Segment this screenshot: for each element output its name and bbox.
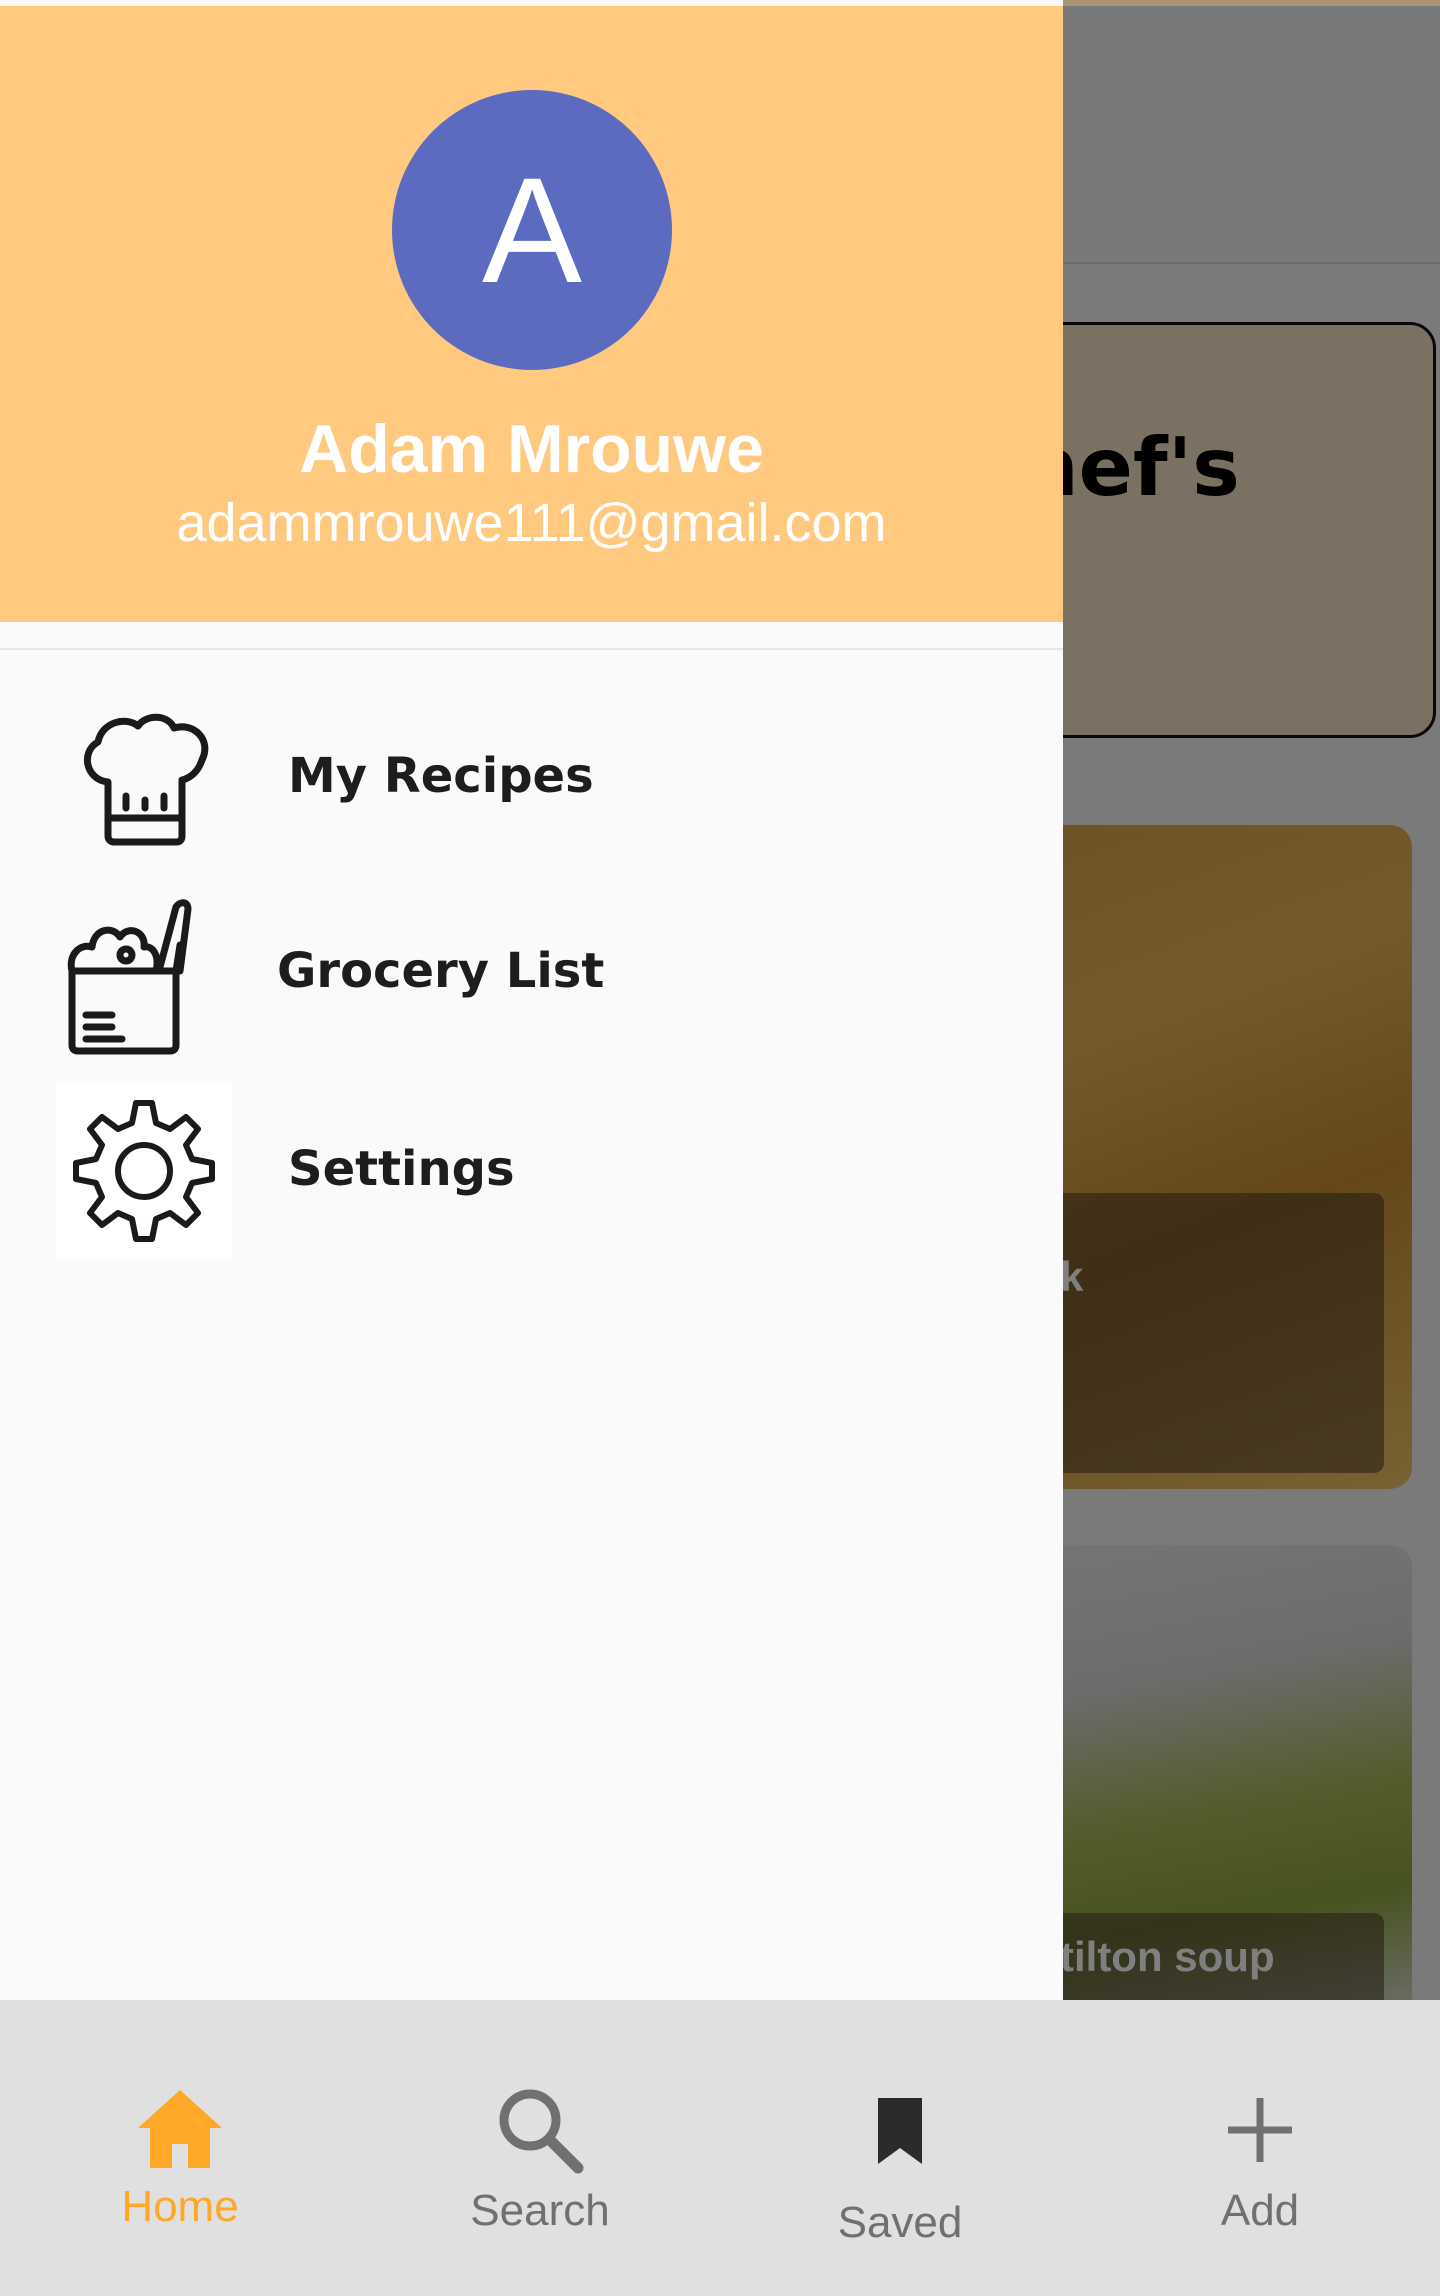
nav-saved-label: Saved	[837, 2198, 963, 2247]
plus-icon	[1228, 2098, 1292, 2162]
search-icon	[499, 2089, 584, 2174]
gear-icon	[56, 1083, 232, 1259]
user-name: Adam Mrouwe	[299, 411, 764, 487]
chef-hat-icon	[84, 713, 209, 846]
bottom-navigation: Home Search Saved Add	[0, 2000, 1440, 2296]
menu-item-label: My Recipes	[288, 748, 594, 804]
nav-saved[interactable]: Saved	[720, 2000, 1080, 2296]
drawer-divider	[0, 648, 1063, 650]
user-email: adammrouwe111@gmail.com	[176, 493, 887, 553]
home-icon	[138, 2090, 222, 2168]
nav-home-label: Home	[121, 2182, 239, 2231]
menu-item-label: Grocery List	[277, 943, 605, 999]
menu-item-label: Settings	[288, 1141, 515, 1197]
menu-item-my-recipes[interactable]: My Recipes	[0, 680, 1063, 870]
nav-search[interactable]: Search	[360, 2000, 720, 2296]
nav-add-label: Add	[1220, 2186, 1300, 2235]
nav-home[interactable]: Home	[0, 2000, 360, 2296]
nav-add[interactable]: Add	[1080, 2000, 1440, 2296]
avatar[interactable]: A	[392, 90, 672, 370]
nav-search-label: Search	[470, 2186, 610, 2235]
menu-item-grocery-list[interactable]: Grocery List	[0, 875, 1063, 1065]
navigation-drawer: A Adam Mrouwe adammrouwe111@gmail.com My…	[0, 0, 1063, 2000]
menu-item-settings[interactable]: Settings	[0, 1073, 1063, 1263]
drawer-header: A Adam Mrouwe adammrouwe111@gmail.com	[0, 6, 1063, 622]
grocery-bag-icon	[67, 899, 192, 1055]
bookmark-icon	[878, 2098, 922, 2164]
